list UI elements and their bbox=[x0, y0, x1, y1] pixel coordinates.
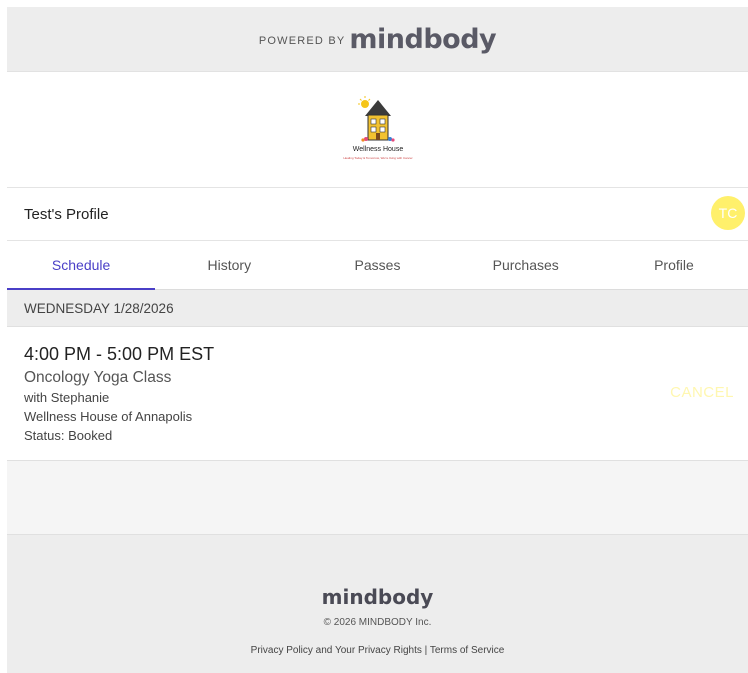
terms-of-service-link[interactable]: Terms of Service bbox=[430, 645, 504, 656]
page-frame: POWERED BY mindbody Wellness House Heali… bbox=[7, 7, 748, 673]
tab-purchases[interactable]: Purchases bbox=[452, 241, 600, 289]
avatar[interactable]: TC bbox=[711, 196, 745, 230]
list-item: 4:00 PM - 5:00 PM EST Oncology Yoga Clas… bbox=[7, 328, 748, 461]
tab-history[interactable]: History bbox=[155, 241, 303, 289]
powered-by-text: POWERED BY bbox=[258, 35, 346, 47]
privacy-policy-link[interactable]: Privacy Policy and Your Privacy Rights bbox=[251, 645, 422, 656]
booking-status: Status: Booked bbox=[24, 428, 113, 443]
class-instructor: with Stephanie bbox=[24, 390, 110, 405]
footer-mindbody-logo: mindbody bbox=[321, 585, 434, 609]
schedule-date-header: WEDNESDAY 1/28/2026 bbox=[7, 290, 748, 327]
class-name: Oncology Yoga Class bbox=[24, 369, 172, 386]
tab-schedule[interactable]: Schedule bbox=[7, 241, 156, 290]
studio-logo-name: Wellness House bbox=[352, 146, 404, 153]
profile-title: Test's Profile bbox=[24, 206, 109, 223]
class-location: Wellness House of Annapolis bbox=[24, 409, 193, 424]
copyright-text: © 2026 MINDBODY Inc. bbox=[323, 617, 432, 628]
content-spacer bbox=[7, 461, 748, 535]
powered-by-banner: POWERED BY mindbody bbox=[7, 7, 748, 72]
link-separator: | bbox=[424, 645, 428, 656]
cancel-button[interactable]: CANCEL bbox=[670, 384, 734, 401]
studio-logo: Wellness House Healing Today & Tomorrow,… bbox=[337, 94, 419, 174]
tab-passes[interactable]: Passes bbox=[303, 241, 451, 289]
footer-links: Privacy Policy and Your Privacy Rights |… bbox=[7, 645, 748, 656]
studio-logo-tagline: Healing Today & Tomorrow, We're living w… bbox=[343, 156, 413, 160]
studio-logo-area: Wellness House Healing Today & Tomorrow,… bbox=[7, 72, 748, 188]
footer: mindbody © 2026 MINDBODY Inc. Privacy Po… bbox=[7, 535, 748, 673]
profile-tabs: Schedule History Passes Purchases Profil… bbox=[7, 241, 748, 290]
class-time: 4:00 PM - 5:00 PM EST bbox=[24, 344, 215, 364]
profile-header: Test's Profile TC bbox=[7, 188, 748, 241]
mindbody-logo[interactable]: mindbody bbox=[349, 24, 496, 55]
tab-profile[interactable]: Profile bbox=[600, 241, 748, 289]
house-icon bbox=[358, 96, 395, 142]
